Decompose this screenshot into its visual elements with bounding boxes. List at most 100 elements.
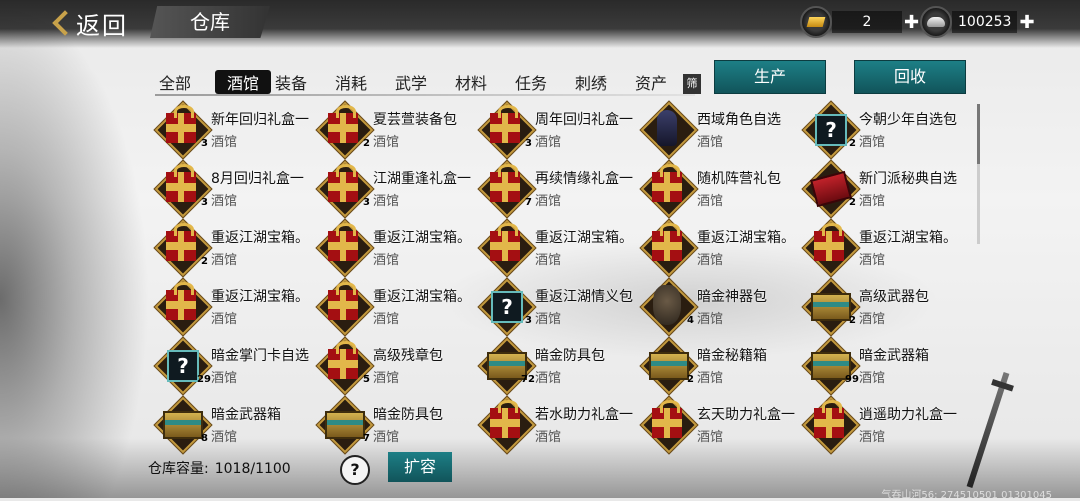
item-category: 酒馆 (859, 135, 886, 150)
filter-button[interactable]: 筛 (683, 74, 701, 94)
book-icon (802, 160, 860, 218)
tab-embroidery[interactable]: 刺绣 (571, 70, 631, 94)
gift-icon (316, 278, 374, 336)
item-category: 酒馆 (697, 194, 724, 209)
inventory-item[interactable]: 2 暗金秘籍箱 酒馆 (640, 336, 805, 395)
capacity: 仓库容量: 1018/1100 (148, 458, 291, 478)
inventory-item[interactable]: 重返江湖宝箱。 酒馆 (640, 218, 805, 277)
inventory-item[interactable]: 99 暗金武器箱 酒馆 (802, 336, 967, 395)
item-name: 重返江湖宝箱。 (373, 289, 471, 305)
inventory-item[interactable]: ? 2 今朝少年自选包 酒馆 (802, 100, 967, 159)
item-name: 暗金武器箱 (859, 348, 929, 364)
item-name: 今朝少年自选包 (859, 112, 957, 128)
gift-icon (316, 101, 374, 159)
inventory-item[interactable]: 随机阵营礼包 酒馆 (640, 159, 805, 218)
page-title: 仓库 (150, 6, 270, 38)
item-count: 72 (521, 374, 535, 385)
inventory-item[interactable]: 4 暗金神器包 酒馆 (640, 277, 805, 336)
expand-button[interactable]: 扩容 (388, 452, 452, 482)
tab-martial-arts[interactable]: 武学 (391, 70, 451, 94)
category-tabs: 全部 酒馆 装备 消耗 武学 材料 任务 刺绣 资产 筛 (155, 70, 701, 94)
item-name: 暗金掌门卡自选 (211, 348, 309, 364)
gift-icon (316, 219, 374, 277)
item-count: 29 (197, 374, 211, 385)
item-category: 酒馆 (211, 430, 238, 445)
inventory-item[interactable]: 重返江湖宝箱。 酒馆 (802, 218, 967, 277)
produce-button[interactable]: 生产 (714, 60, 826, 94)
recycle-button[interactable]: 回收 (854, 60, 966, 94)
item-name: 暗金武器箱 (211, 407, 281, 423)
inventory-item[interactable]: ? 3 重返江湖情义包 酒馆 (478, 277, 643, 336)
add-gold-icon[interactable]: ✚ (904, 12, 919, 33)
inventory-item[interactable]: ? 29 暗金掌门卡自选 酒馆 (154, 336, 319, 395)
item-category: 酒馆 (211, 135, 238, 150)
inventory-item[interactable]: 逍遥助力礼盒一 酒馆 (802, 395, 967, 454)
item-category: 酒馆 (373, 135, 400, 150)
inventory-item[interactable]: 重返江湖宝箱。 酒馆 (316, 218, 481, 277)
item-name: 周年回归礼盒一 (535, 112, 633, 128)
box-icon (640, 337, 698, 395)
tab-all[interactable]: 全部 (155, 70, 215, 94)
item-count: 3 (525, 138, 532, 149)
gold-currency: 2 ✚ (800, 6, 919, 38)
gift-icon (316, 337, 374, 395)
inventory-item[interactable]: 7 暗金防具包 酒馆 (316, 395, 481, 454)
inventory-item[interactable]: 3 江湖重逢礼盒一 酒馆 (316, 159, 481, 218)
tab-consumables[interactable]: 消耗 (331, 70, 391, 94)
item-count: 2 (849, 197, 856, 208)
item-name: 重返江湖宝箱。 (211, 289, 309, 305)
tab-divider (155, 94, 695, 96)
inventory-item[interactable]: 3 周年回归礼盒一 酒馆 (478, 100, 643, 159)
inventory-item[interactable]: 重返江湖宝箱。 酒馆 (154, 277, 319, 336)
capacity-value: 1018/1100 (214, 461, 291, 477)
item-category: 酒馆 (859, 194, 886, 209)
inventory-item[interactable]: 72 暗金防具包 酒馆 (478, 336, 643, 395)
inventory-item[interactable]: 3 新年回归礼盒一 酒馆 (154, 100, 319, 159)
inventory-item[interactable]: 若水助力礼盒一 酒馆 (478, 395, 643, 454)
grid-scrollbar[interactable] (977, 104, 980, 244)
gift-icon (478, 101, 536, 159)
inventory-item[interactable]: 7 再续情缘礼盒一 酒馆 (478, 159, 643, 218)
tab-equipment[interactable]: 装备 (271, 70, 331, 94)
gift-icon (802, 219, 860, 277)
back-button[interactable]: 返回 (50, 6, 128, 40)
mystery-icon: ? (802, 101, 860, 159)
item-name: 重返江湖宝箱。 (211, 230, 309, 246)
inventory-item[interactable]: 重返江湖宝箱。 酒馆 (316, 277, 481, 336)
help-button[interactable]: ? (340, 455, 370, 485)
figure-icon (640, 101, 698, 159)
item-category: 酒馆 (211, 371, 238, 386)
gift-icon (478, 219, 536, 277)
item-name: 逍遥助力礼盒一 (859, 407, 957, 423)
inventory-item[interactable]: 2 重返江湖宝箱。 酒馆 (154, 218, 319, 277)
add-silver-icon[interactable]: ✚ (1019, 12, 1034, 33)
tab-materials[interactable]: 材料 (451, 70, 511, 94)
inventory-item[interactable]: 西域角色自选 酒馆 (640, 100, 805, 159)
item-count: 7 (525, 197, 532, 208)
item-name: 随机阵营礼包 (697, 171, 781, 187)
inventory-item[interactable]: 8 暗金武器箱 酒馆 (154, 395, 319, 454)
gift-icon (640, 160, 698, 218)
inventory-item[interactable]: 2 高级武器包 酒馆 (802, 277, 967, 336)
item-name: 高级武器包 (859, 289, 929, 305)
inventory-item[interactable]: 重返江湖宝箱。 酒馆 (478, 218, 643, 277)
item-name: 夏芸萱装备包 (373, 112, 457, 128)
inventory-item[interactable]: 5 高级残章包 酒馆 (316, 336, 481, 395)
item-name: 暗金秘籍箱 (697, 348, 767, 364)
mask-icon (640, 278, 698, 336)
tab-quests[interactable]: 任务 (511, 70, 571, 94)
item-name: 8月回归礼盒一 (211, 171, 304, 187)
item-category: 酒馆 (373, 253, 400, 268)
item-category: 酒馆 (697, 371, 724, 386)
item-count: 2 (201, 256, 208, 267)
box-icon (316, 396, 374, 454)
inventory-item[interactable]: 玄天助力礼盒一 酒馆 (640, 395, 805, 454)
inventory-item[interactable]: 2 新门派秘典自选 酒馆 (802, 159, 967, 218)
tab-tavern[interactable]: 酒馆 (215, 70, 271, 94)
inventory-item[interactable]: 2 夏芸萱装备包 酒馆 (316, 100, 481, 159)
item-count: 2 (363, 138, 370, 149)
tab-assets[interactable]: 资产 (631, 70, 691, 94)
item-count: 3 (201, 197, 208, 208)
inventory-item[interactable]: 3 8月回归礼盒一 酒馆 (154, 159, 319, 218)
item-category: 酒馆 (859, 312, 886, 327)
